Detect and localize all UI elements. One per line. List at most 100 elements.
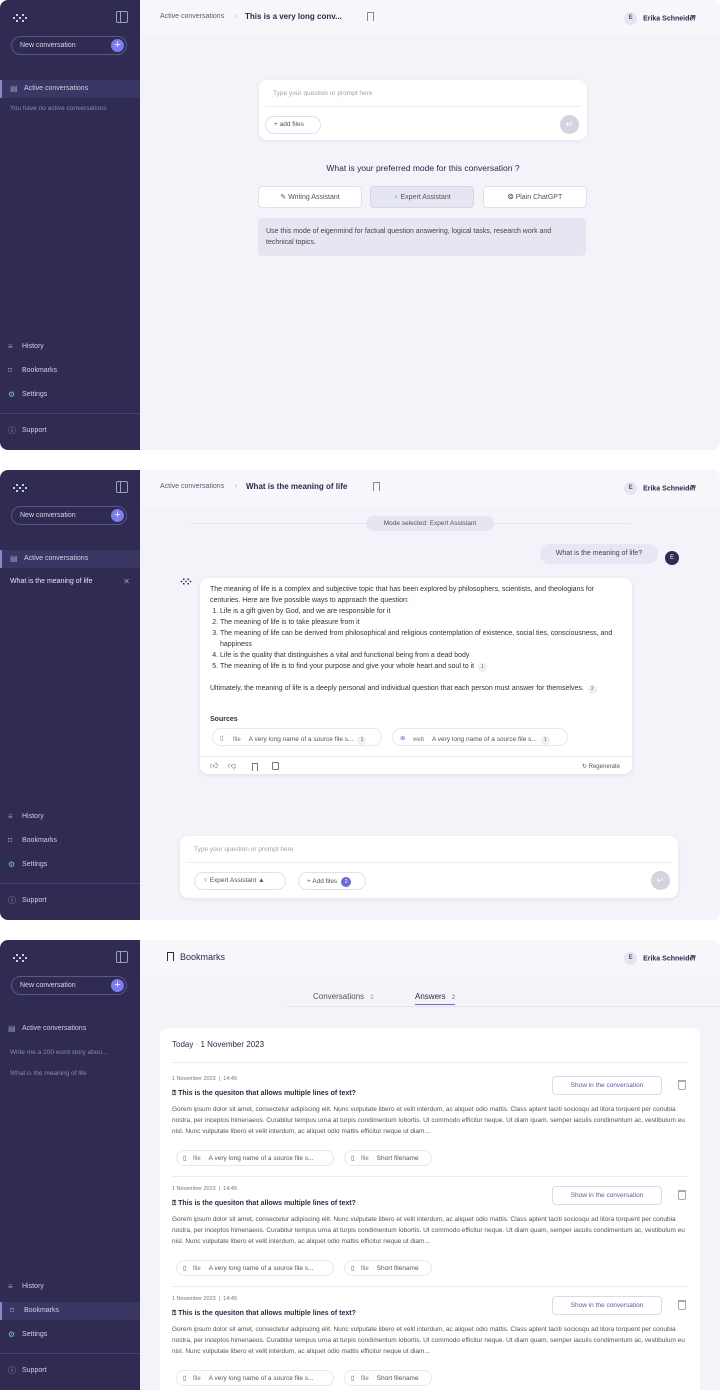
expert-assistant-button[interactable]: ♀ Expert Assistant — [370, 186, 474, 208]
source-chip[interactable]: ⊕ web A very long name of a source file s.… — [392, 728, 568, 746]
source-chip[interactable]: ▯ file A very long name of a source file s… — [176, 1260, 334, 1276]
answer-list: Life is a gift given by God, and we are … — [210, 606, 622, 672]
entry-time: 14:45 — [223, 1296, 238, 1302]
trash-icon[interactable] — [678, 1300, 686, 1310]
chat-icon: ▤ — [8, 1024, 16, 1033]
page-title: Bookmarks — [180, 952, 226, 962]
new-conversation-button[interactable]: New conversation + — [11, 36, 127, 55]
breadcrumb[interactable]: Active conversations — [160, 483, 224, 490]
source-chip[interactable]: ▯ file A very long name of a source file s… — [176, 1150, 334, 1166]
tab-answers[interactable]: Answers 2 — [415, 992, 456, 1005]
source-tag: file — [193, 1156, 201, 1162]
page-title: This is a very long conv... — [245, 12, 342, 21]
logo-icon — [13, 954, 27, 962]
copy-icon[interactable] — [272, 762, 279, 770]
sidebar-item-bookmarks[interactable]: ⌑ Bookmarks — [0, 362, 140, 380]
source-chip[interactable]: ▯ file Short filename — [344, 1260, 432, 1276]
source-name: A very long name of a source file s... — [208, 1375, 314, 1382]
user-menu[interactable]: E Erika Schneider — [624, 482, 696, 495]
source-chip[interactable]: ▯ file A very long name of a source file s… — [176, 1370, 334, 1386]
send-button[interactable]: ↵ — [560, 115, 579, 134]
show-in-conversation-button[interactable]: Show in the conversation — [552, 1076, 662, 1095]
sidebar-item-history[interactable]: ≡ History — [0, 808, 140, 826]
chevron-down-icon[interactable] — [690, 15, 696, 18]
collapse-sidebar-icon[interactable] — [116, 11, 128, 23]
chevron-down-icon[interactable] — [690, 485, 696, 488]
sidebar-item-settings[interactable]: ⚙ Settings — [0, 386, 140, 404]
prompt-input[interactable]: Type your question or prompt here — [273, 90, 372, 97]
sidebar-item-history[interactable]: ≡ History — [0, 338, 140, 356]
list-item: 1 November 2023 | 14:45 ⍰ This is the qu… — [172, 1076, 686, 1166]
sidebar-item-bookmarks[interactable]: ⌑ Bookmarks — [0, 832, 140, 850]
bookmark-icon[interactable] — [373, 482, 380, 491]
new-conversation-label: New conversation — [20, 42, 76, 49]
conversation-item[interactable]: What is the meaning of life — [10, 578, 93, 585]
source-name: Short filename — [376, 1265, 419, 1272]
date-label: 1 November 2023 — [200, 1040, 265, 1049]
add-files-label: Add files — [312, 878, 338, 885]
sidebar-item-active-conversations[interactable]: ▤ Active conversations — [0, 550, 140, 568]
user-menu[interactable]: E Erika Schneider — [624, 12, 696, 25]
prompt-box: Type your question or prompt here + add … — [259, 80, 587, 140]
source-tag: file — [233, 737, 241, 743]
new-conversation-button[interactable]: New conversation + — [11, 976, 127, 995]
main-area: Active conversations › What is the meani… — [140, 470, 720, 920]
source-count: 1 — [540, 736, 550, 745]
close-icon[interactable]: ✕ — [123, 577, 130, 586]
file-icon: ▯ — [183, 1265, 187, 1272]
show-in-conversation-button[interactable]: Show in the conversation — [552, 1296, 662, 1315]
source-chip[interactable]: ▯ file A very long name of a source file s… — [212, 728, 382, 746]
list-icon: ≡ — [8, 342, 13, 351]
sidebar-item-history[interactable]: ≡ History — [0, 1278, 140, 1296]
plain-chatgpt-button[interactable]: ❂ Plain ChatGPT — [483, 186, 587, 208]
citation-badge[interactable]: 2 — [587, 685, 597, 694]
source-count: 1 — [357, 736, 367, 745]
add-files-button[interactable]: + Add files 2 — [298, 872, 366, 890]
entry-question: ⍰ This is the quesiton that allows multi… — [172, 1200, 356, 1208]
show-in-conversation-button[interactable]: Show in the conversation — [552, 1186, 662, 1205]
trash-icon[interactable] — [678, 1080, 686, 1090]
sidebar-item-bookmarks[interactable]: ⌑ Bookmarks — [0, 1302, 140, 1320]
collapse-sidebar-icon[interactable] — [116, 951, 128, 963]
main-area: Bookmarks E Erika Schneider Conversations… — [140, 940, 720, 1390]
thumbs-down-icon[interactable]: 👎︎ — [228, 760, 236, 771]
bookmark-icon[interactable] — [367, 12, 374, 21]
list-icon: ≡ — [8, 1282, 13, 1291]
writing-assistant-button[interactable]: ✎ Writing Assistant — [258, 186, 362, 208]
conversation-item[interactable]: Write me a 200 word story abou... — [10, 1049, 107, 1056]
sidebar-item-active-conversations[interactable]: ▤ Active conversations — [0, 1020, 140, 1038]
add-files-button[interactable]: + add files — [265, 116, 321, 134]
mode-selector[interactable]: ♀ Expert Assistant ▲ — [194, 872, 286, 890]
sidebar-item-active-conversations[interactable]: ▤ Active conversations — [0, 80, 140, 98]
header: Active conversations › This is a very lo… — [140, 0, 720, 36]
new-conversation-button[interactable]: New conversation + — [11, 506, 127, 525]
conversation-item[interactable]: What is the meaning of life — [10, 1070, 87, 1077]
breadcrumb[interactable]: Active conversations — [160, 13, 224, 20]
bookmark-icon: ⌑ — [10, 1306, 15, 1315]
collapse-sidebar-icon[interactable] — [116, 481, 128, 493]
prompt-input[interactable]: Type your question or prompt here — [194, 846, 293, 853]
trash-icon[interactable] — [678, 1190, 686, 1200]
thumbs-up-icon[interactable]: 👍︎ — [210, 760, 218, 771]
regenerate-button[interactable]: ↻ Regenerate — [582, 762, 620, 773]
sidebar-item-label: Settings — [22, 1331, 48, 1338]
send-button[interactable]: ↵ — [651, 871, 670, 890]
divider — [265, 106, 581, 107]
sidebar-item-support[interactable]: ⓘ Support — [0, 892, 140, 910]
tab-conversations[interactable]: Conversations 2 — [313, 992, 374, 1001]
tab-label: Conversations — [313, 992, 365, 1001]
sidebar-item-settings[interactable]: ⚙ Settings — [0, 1326, 140, 1344]
source-chip[interactable]: ▯ file Short filename — [344, 1150, 432, 1166]
file-count-badge: 2 — [341, 877, 352, 887]
divider — [200, 756, 632, 757]
user-menu[interactable]: E Erika Schneider — [624, 952, 696, 965]
bookmark-icon[interactable] — [252, 763, 258, 771]
sidebar-item-settings[interactable]: ⚙ Settings — [0, 856, 140, 874]
source-chip[interactable]: ▯ file Short filename — [344, 1370, 432, 1386]
sidebar-item-support[interactable]: ⓘ Support — [0, 1362, 140, 1380]
prompt-box: Type your question or prompt here ♀ Expe… — [180, 836, 678, 898]
citation-badge[interactable]: 1 — [478, 663, 488, 672]
chevron-down-icon[interactable] — [690, 955, 696, 958]
sidebar-item-support[interactable]: ⓘ Support — [0, 422, 140, 440]
source-name: A very long name of a source file s... — [208, 1155, 314, 1162]
